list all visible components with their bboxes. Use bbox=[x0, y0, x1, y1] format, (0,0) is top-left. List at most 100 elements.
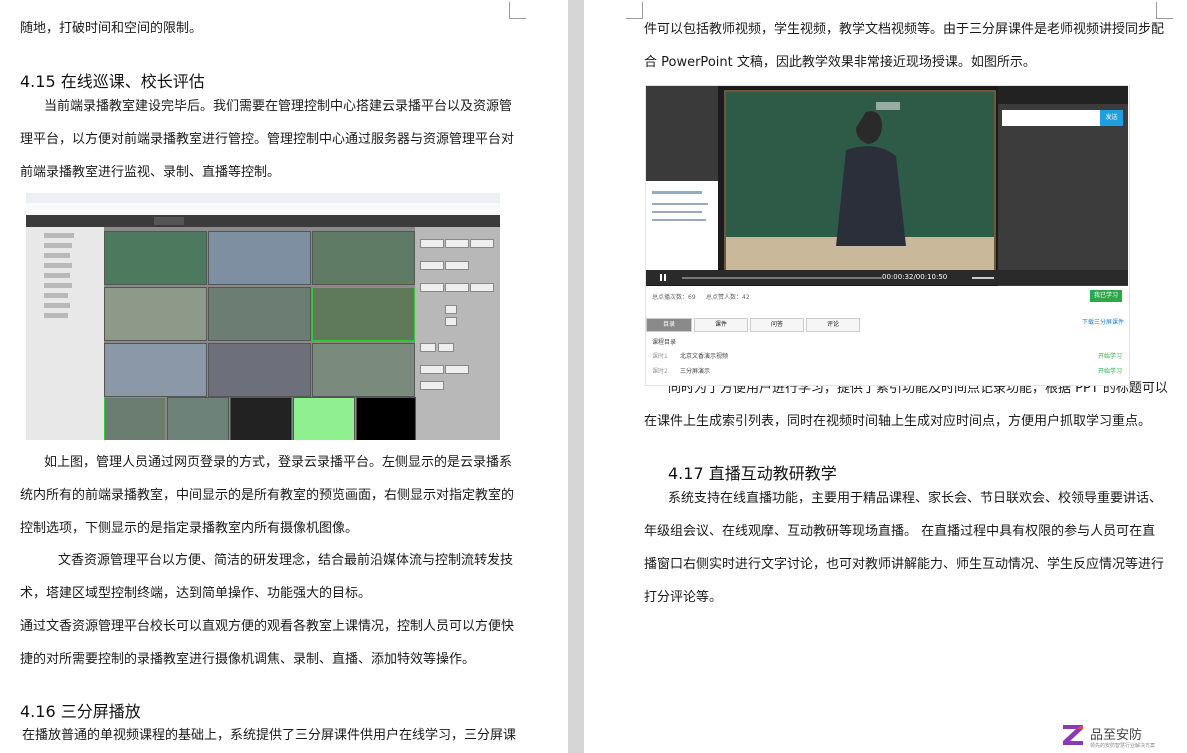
section-heading-4-16: 4.16 三分屏播放 bbox=[20, 702, 141, 721]
start-lesson-link[interactable]: 开始学习 bbox=[1098, 366, 1122, 375]
control-button bbox=[420, 381, 444, 390]
tree-item bbox=[44, 253, 70, 258]
watermark-logo: 品至安防 领先的安防智慧行业解决方案 bbox=[1060, 722, 1180, 752]
tree-item bbox=[44, 303, 70, 308]
paragraph-line: 控制选项，下侧显示的是指定录播教室内所有摄像机图像。 bbox=[20, 521, 359, 536]
nav-tab bbox=[186, 217, 216, 225]
browser-tabbar bbox=[26, 193, 500, 203]
section-heading-4-17: 4.17 直播互动教研教学 bbox=[668, 464, 837, 483]
three-screen-player-screenshot: 发送 00:00:32/00:10:50 总点播次数：69 总点赞人数：42 我… bbox=[645, 85, 1130, 386]
control-button bbox=[420, 261, 444, 270]
ppt-slide-panel bbox=[646, 181, 718, 279]
control-button bbox=[445, 239, 469, 248]
tree-item bbox=[44, 233, 74, 238]
control-button bbox=[470, 239, 494, 248]
control-button bbox=[445, 283, 469, 292]
paragraph-line: 随地，打破时间和空间的限制。 bbox=[20, 21, 203, 36]
catalog-title: 课程目录 bbox=[652, 339, 677, 346]
tab-comments[interactable]: 评论 bbox=[806, 318, 860, 332]
nav-tab bbox=[218, 217, 248, 225]
paragraph-line: 在课件上生成索引列表，同时在视频时间轴上生成对应时间点，方便用户抓取学习重点。 bbox=[644, 414, 1152, 429]
platform-navbar bbox=[26, 215, 500, 227]
lesson-name: 北京文香演示视频 bbox=[680, 353, 729, 360]
page-corner-mark bbox=[626, 2, 643, 19]
classroom-preview bbox=[104, 287, 207, 341]
classroom-preview bbox=[208, 343, 311, 397]
brand-z-icon bbox=[1063, 725, 1083, 745]
paragraph-line: 理平台，以方便对前端录播教室进行管控。管理控制中心通过服务器与资源管理平台对 bbox=[20, 132, 515, 147]
paragraph-line: 播窗口右侧实时进行文字讨论，也可对教师讲解能力、师生互动情况、学生反应情况等进行 bbox=[644, 557, 1165, 572]
classroom-preview bbox=[312, 343, 415, 397]
classroom-preview bbox=[312, 287, 415, 341]
paragraph-line: 如上图，管理人员通过网页登录的方式，登录云录播平台。左侧显示的是云录播系 bbox=[44, 455, 513, 470]
paragraph-line: 年级组会议、在线观摩、互动教研等现场直播。 在直播过程中具有权限的参与人员可在直 bbox=[644, 524, 1156, 539]
tree-item bbox=[44, 263, 72, 268]
pause-icon[interactable] bbox=[660, 274, 666, 281]
control-button bbox=[438, 343, 454, 352]
chat-header bbox=[998, 86, 1128, 104]
camera-view bbox=[230, 397, 292, 440]
download-link[interactable]: 下载三分屏课件 bbox=[1082, 317, 1124, 326]
teacher-video-blackboard bbox=[724, 90, 996, 272]
tree-item bbox=[44, 243, 72, 248]
lesson-index: 课时1 bbox=[652, 353, 668, 360]
classroom-preview bbox=[208, 231, 311, 285]
page-gutter bbox=[568, 0, 584, 753]
page-corner-mark bbox=[1156, 2, 1173, 19]
cloud-recording-platform-screenshot bbox=[26, 193, 500, 440]
paragraph-line: 件可以包括教师视频，学生视频，教学文档视频等。由于三分屏课件是老师视频讲授同步配 bbox=[644, 22, 1165, 37]
like-count: 总点赞人数：42 bbox=[706, 294, 750, 301]
student-video bbox=[646, 86, 718, 181]
paragraph-line: 统内所有的前端录播教室，中间显示的是所有教室的预览画面，右侧显示对指定教室的 bbox=[20, 488, 515, 503]
tab-courseware[interactable]: 课件 bbox=[694, 318, 748, 332]
tab-qa[interactable]: 问答 bbox=[750, 318, 804, 332]
watermark-name: 品至安防 bbox=[1090, 728, 1143, 743]
send-button[interactable]: 发送 bbox=[1100, 110, 1123, 126]
play-count: 总点播次数：69 bbox=[652, 294, 696, 301]
nav-tab bbox=[154, 217, 184, 225]
tree-item bbox=[44, 273, 70, 278]
paragraph-line: 在播放普通的单视频课程的基础上，系统提供了三分屏课件供用户在线学习，三分屏课 bbox=[22, 728, 517, 743]
ptz-button bbox=[445, 305, 457, 314]
tree-item bbox=[44, 313, 68, 318]
control-button bbox=[420, 365, 444, 374]
progress-bar[interactable] bbox=[682, 277, 882, 279]
watermark-subtitle: 领先的安防智慧行业解决方案 bbox=[1090, 743, 1156, 749]
paragraph-line: 前端录播教室进行监视、录制、直播等控制。 bbox=[20, 165, 281, 180]
paragraph-line: 通过文香资源管理平台校长可以直观方便的观看各教室上课情况，控制人员可以方便快 bbox=[20, 619, 515, 634]
camera-view bbox=[356, 397, 416, 440]
control-button bbox=[420, 343, 436, 352]
left-page: 随地，打破时间和空间的限制。 4.15 在线巡课、校长评估 当前端录播教室建设完… bbox=[0, 0, 568, 753]
paragraph-line: 合 PowerPoint 文稿，因此教学效果非常接近现场授课。如图所示。 bbox=[644, 55, 1036, 70]
video-controls: 00:00:32/00:10:50 bbox=[646, 270, 1128, 285]
classroom-preview bbox=[104, 231, 207, 285]
paragraph-line: 术，塔建区域型控制终端，达到简单操作、功能强大的目标。 bbox=[20, 586, 372, 601]
classroom-preview bbox=[104, 343, 207, 397]
paragraph-line: 捷的对所需要控制的录播教室进行摄像机调焦、录制、直播、添加特效等操作。 bbox=[20, 652, 476, 667]
tab-catalog[interactable]: 目录 bbox=[646, 318, 692, 332]
camera-view bbox=[104, 397, 166, 440]
lesson-index: 课时2 bbox=[652, 368, 668, 375]
paragraph-line: 系统支持在线直播功能，主要用于精品课程、家长会、节日联欢会、校领导重要讲话、 bbox=[668, 491, 1163, 506]
chat-input[interactable] bbox=[1002, 110, 1100, 126]
camera-view bbox=[293, 397, 355, 440]
ptz-button bbox=[445, 317, 457, 326]
playback-time: 00:00:32/00:10:50 bbox=[882, 273, 948, 281]
classroom-preview bbox=[312, 231, 415, 285]
volume-slider[interactable] bbox=[972, 277, 994, 279]
paragraph-line: 打分评论等。 bbox=[644, 590, 723, 605]
control-button bbox=[445, 365, 469, 374]
start-lesson-link[interactable]: 开始学习 bbox=[1098, 351, 1122, 360]
control-panel bbox=[415, 227, 500, 440]
start-study-button[interactable]: 我已学习 bbox=[1090, 290, 1122, 302]
classroom-tree bbox=[26, 227, 104, 440]
teacher-figure bbox=[726, 102, 994, 270]
paragraph-line: 文香资源管理平台以方便、简洁的研发理念，结合最前沿媒体流与控制流转发技 bbox=[58, 553, 514, 568]
control-button bbox=[470, 283, 494, 292]
paragraph-line: 当前端录播教室建设完毕后。我们需要在管理控制中心搭建云录播平台以及资源管 bbox=[44, 99, 513, 114]
classroom-preview bbox=[208, 287, 311, 341]
page-corner-mark bbox=[509, 2, 526, 19]
control-button bbox=[445, 261, 469, 270]
control-button bbox=[420, 239, 444, 248]
lesson-name: 三分屏演示 bbox=[680, 368, 711, 375]
